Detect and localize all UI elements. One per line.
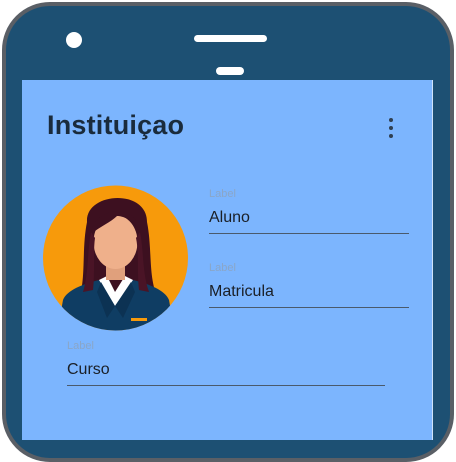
speaker-grille bbox=[194, 35, 267, 42]
curso-value[interactable]: Curso bbox=[67, 353, 385, 385]
user-avatar bbox=[43, 182, 188, 334]
aluno-field[interactable]: Label Aluno bbox=[209, 187, 409, 234]
proximity-sensor bbox=[216, 67, 244, 75]
app-screen: Instituiçao Label Aluno Label Matricula … bbox=[22, 80, 433, 440]
camera-icon bbox=[66, 32, 82, 48]
curso-field[interactable]: Label Curso bbox=[67, 339, 385, 386]
curso-label: Label bbox=[67, 340, 94, 352]
page-title: Instituiçao bbox=[47, 110, 185, 140]
matricula-value[interactable]: Matricula bbox=[209, 275, 409, 307]
matricula-field[interactable]: Label Matricula bbox=[209, 261, 409, 308]
aluno-label: Label bbox=[209, 188, 236, 200]
aluno-value[interactable]: Aluno bbox=[209, 201, 409, 233]
more-vert-icon[interactable] bbox=[383, 118, 399, 138]
matricula-label: Label bbox=[209, 262, 236, 274]
